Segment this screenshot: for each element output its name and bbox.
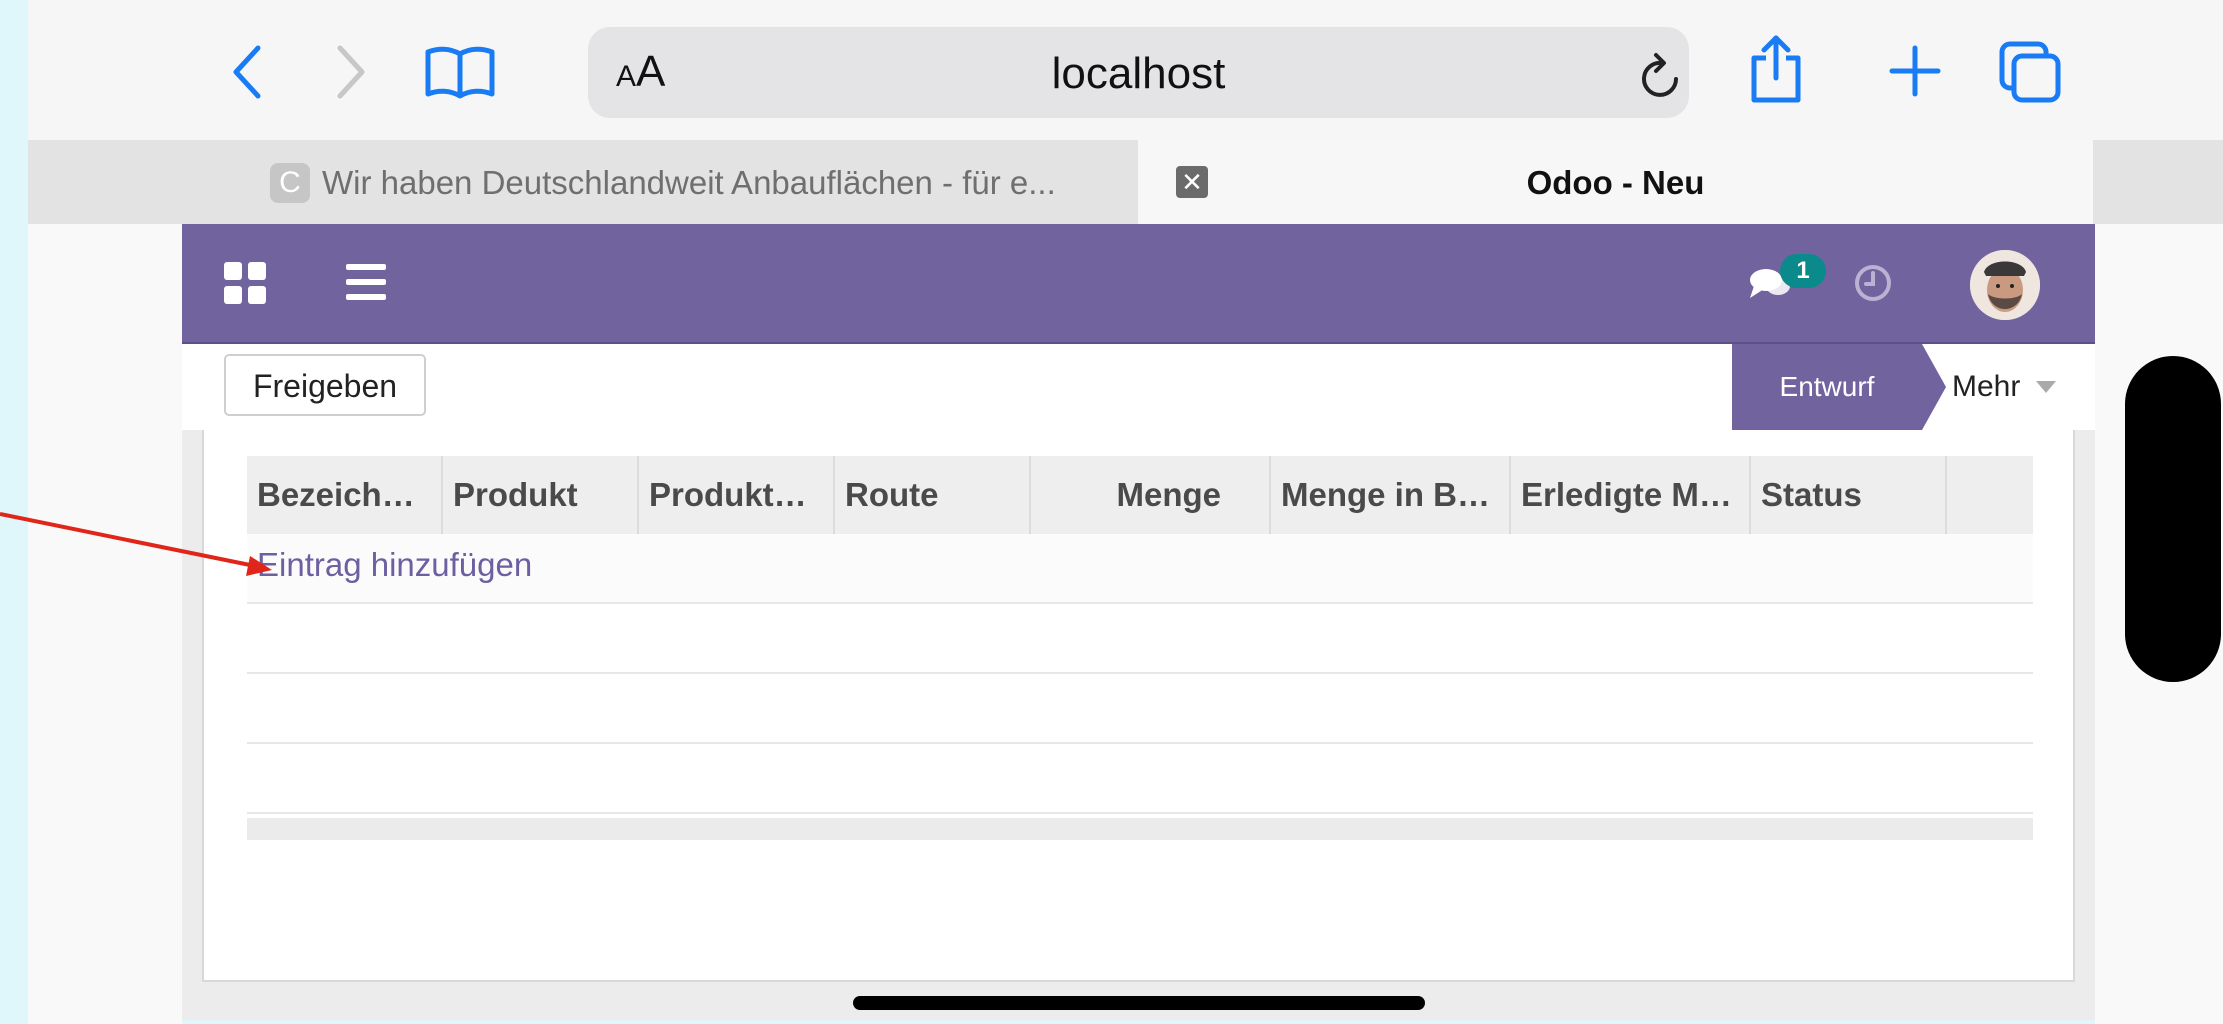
add-line-link[interactable]: Eintrag hinzufügen <box>257 546 532 584</box>
tab-favicon: C <box>270 163 310 203</box>
tab-title: Odoo - Neu <box>1526 164 1705 201</box>
home-indicator[interactable] <box>853 996 1425 1010</box>
column-header-route[interactable]: Route <box>835 456 1031 534</box>
table-footer <box>247 818 2033 840</box>
back-icon[interactable] <box>228 42 268 102</box>
status-more-label: Mehr <box>1952 370 2021 403</box>
status-step-entwurf[interactable]: Entwurf <box>1732 344 1922 430</box>
page-margin-left <box>28 224 182 1024</box>
avatar-image <box>1970 250 2040 320</box>
column-header-menge[interactable]: Menge <box>1031 456 1271 534</box>
forward-icon[interactable] <box>330 42 370 102</box>
table-row-add: Eintrag hinzufügen <box>247 534 2033 604</box>
tabs-overview-icon[interactable] <box>1998 40 2064 106</box>
browser-toolbar: AA localhost <box>28 0 2223 140</box>
caret-down-icon <box>2036 381 2056 393</box>
column-header-erledigte-menge[interactable]: Erledigte M… <box>1511 456 1751 534</box>
new-tab-icon[interactable] <box>1888 44 1942 98</box>
control-panel: Freigeben Entwurf Mehr <box>182 344 2095 431</box>
form-sheet: Bezeich… Produkt Produkt… Route Menge Me… <box>202 430 2075 982</box>
bookmarks-icon[interactable] <box>424 44 496 100</box>
table-row-empty <box>247 674 2033 744</box>
tab-active[interactable]: ✕ Odoo - Neu <box>1138 140 2093 224</box>
share-icon[interactable] <box>1746 34 1806 104</box>
table-row-empty <box>247 744 2033 814</box>
hamburger-menu-icon[interactable] <box>346 264 386 300</box>
messaging-badge: 1 <box>1780 254 1826 288</box>
reload-icon[interactable] <box>1638 51 1684 101</box>
tab-bar-empty <box>2093 140 2223 224</box>
column-header-menge-in-b[interactable]: Menge in B… <box>1271 456 1511 534</box>
table-header: Bezeich… Produkt Produkt… Route Menge Me… <box>247 456 2033 534</box>
freigeben-button[interactable]: Freigeben <box>224 354 426 416</box>
column-header-produkt[interactable]: Produkt <box>443 456 639 534</box>
address-bar[interactable]: AA localhost <box>588 27 1689 118</box>
activity-clock-icon[interactable] <box>1854 264 1892 302</box>
scroll-overlay-pill[interactable] <box>2125 356 2221 682</box>
status-step-arrow <box>1922 344 1946 430</box>
column-header-options <box>1947 456 2033 534</box>
column-header-produkt-2[interactable]: Produkt… <box>639 456 835 534</box>
tab-inactive[interactable]: C Wir haben Deutschlandweit Anbauflächen… <box>28 140 1138 224</box>
annotation-arrow <box>0 512 272 576</box>
user-avatar[interactable] <box>1970 250 2040 320</box>
tab-title: Wir haben Deutschlandweit Anbauflächen -… <box>322 164 1056 201</box>
apps-menu-icon[interactable] <box>224 262 266 304</box>
column-header-status[interactable]: Status <box>1751 456 1947 534</box>
tab-bar: C Wir haben Deutschlandweit Anbauflächen… <box>28 140 2223 224</box>
status-more-dropdown[interactable]: Mehr <box>1952 344 2072 430</box>
table-row-empty <box>247 604 2033 674</box>
url-text: localhost <box>1051 49 1226 98</box>
